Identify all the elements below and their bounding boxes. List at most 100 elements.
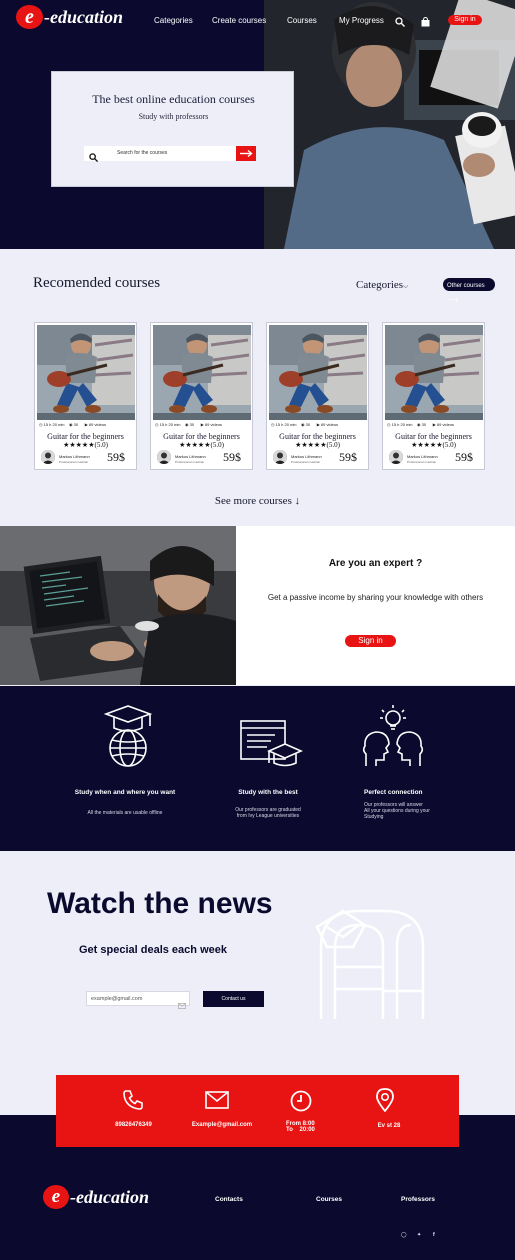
footer-link-professors[interactable]: Professors xyxy=(401,1196,435,1203)
footer-link-courses[interactable]: Courses xyxy=(316,1196,342,1203)
eye-icon: ◉ xyxy=(416,422,421,427)
nav-create-courses[interactable]: Create courses xyxy=(212,16,266,25)
course-rating: ★★★★★(5.0) xyxy=(267,441,368,449)
browser-graduation-cap-icon xyxy=(239,719,303,776)
course-title[interactable]: Guitar for the beginners xyxy=(383,432,484,441)
search-submit-button[interactable] xyxy=(236,146,256,161)
course-card[interactable]: ◷ 15 h 20 min ◉ 30 ▶ 69 videos Guitar for… xyxy=(150,322,253,470)
course-duration: 15 h 20 min xyxy=(391,422,413,427)
features-section: Study when and where you want All the ma… xyxy=(0,686,515,851)
phone-icon xyxy=(122,1089,144,1116)
email-placeholder: example@gmail.com xyxy=(91,996,143,1002)
other-courses-button[interactable]: Other courses ⟶ xyxy=(443,278,495,304)
search-icon xyxy=(89,149,99,167)
newsletter-email-input[interactable]: example@gmail.com xyxy=(86,991,190,1009)
course-price: 59$ xyxy=(223,450,241,464)
rating-stars-icon: ★★★★★ xyxy=(179,441,211,449)
course-rating: ★★★★★(5.0) xyxy=(35,441,136,449)
eye-icon: ◉ xyxy=(184,422,189,427)
contact-info-band: 89826476349 Example@gmail.com From 8:00 … xyxy=(56,1075,459,1147)
hero-section: e -education Categories Create courses C… xyxy=(0,0,515,249)
logo-text: -education xyxy=(44,6,123,27)
course-card[interactable]: ◷ 15 h 20 min ◉ 30 ▶ 69 videos Guitar for… xyxy=(34,322,137,470)
globe-graduation-cap-icon xyxy=(100,704,156,773)
course-meta: ◷ 15 h 20 min ◉ 30 ▶ 69 videos xyxy=(155,422,251,427)
hero-photo-student xyxy=(264,0,515,249)
course-thumbnail[interactable] xyxy=(37,325,135,420)
mail-icon xyxy=(205,1091,229,1114)
course-meta: ◷ 15 h 20 min ◉ 30 ▶ 69 videos xyxy=(387,422,483,427)
contact-email: Example@gmail.com xyxy=(176,1122,268,1128)
twitter-icon[interactable]: ✦ xyxy=(417,1232,421,1238)
course-duration: 15 h 20 min xyxy=(275,422,297,427)
other-courses-label: Other courses xyxy=(447,283,485,289)
course-views: 30 xyxy=(73,422,79,427)
course-author: Markus Lithmann xyxy=(175,454,206,459)
expert-title: Are you an expert ? xyxy=(328,558,423,569)
course-meta: ◷ 15 h 20 min ◉ 30 ▶ 69 videos xyxy=(39,422,135,427)
course-author: Markus Lithmann xyxy=(291,454,322,459)
course-meta: ◷ 15 h 20 min ◉ 30 ▶ 69 videos xyxy=(271,422,367,427)
expert-photo-programmer xyxy=(0,526,236,685)
see-more-courses-link[interactable]: See more courses ↓ xyxy=(0,495,515,507)
contact-us-button[interactable]: Contact us xyxy=(203,991,264,1007)
categories-dropdown[interactable]: Categories⌵ xyxy=(356,279,408,291)
footer-link-contacts[interactable]: Contacts xyxy=(215,1196,243,1203)
arrow-right-icon: ⟶ xyxy=(447,295,459,304)
avatar xyxy=(273,450,287,464)
footer-brand-logo[interactable]: e -education xyxy=(43,1185,149,1209)
feature-text: Our professors will answer All your ques… xyxy=(364,802,474,820)
course-price: 59$ xyxy=(107,450,125,464)
rating-value: (5.0) xyxy=(94,441,108,449)
course-videos: 69 videos xyxy=(204,422,223,427)
nav-my-progress[interactable]: My Progress xyxy=(339,16,384,25)
rating-value: (5.0) xyxy=(326,441,340,449)
clock-icon: ◷ xyxy=(155,422,159,427)
contact-phone: 89826476349 xyxy=(96,1122,171,1128)
course-price: 59$ xyxy=(455,450,473,464)
shopping-bag-icon[interactable] xyxy=(421,14,430,32)
nav-signin-button[interactable]: Sign in xyxy=(448,15,482,25)
recommended-title: Recomended courses xyxy=(33,275,161,291)
rating-stars-icon: ★★★★★ xyxy=(295,441,327,449)
course-thumbnail[interactable] xyxy=(153,325,251,420)
feature-text-line: from Ivy League universities xyxy=(236,813,300,819)
eye-icon: ◉ xyxy=(68,422,73,427)
course-card[interactable]: ◷ 15 h 20 min ◉ 30 ▶ 69 videos Guitar for… xyxy=(266,322,369,470)
clock-icon xyxy=(290,1090,312,1117)
course-search-input[interactable]: Search for the courses xyxy=(84,146,236,163)
clock-icon: ◷ xyxy=(39,422,43,427)
rating-stars-icon: ★★★★★ xyxy=(411,441,443,449)
course-thumbnail[interactable] xyxy=(385,325,483,420)
brand-logo[interactable]: e -education xyxy=(16,5,123,29)
search-icon[interactable] xyxy=(395,14,405,32)
contact-email-text: Example@gmail.com xyxy=(191,1122,253,1128)
feature-text: Our professors are graduated from Ivy Le… xyxy=(183,807,353,819)
expert-signin-button[interactable]: Sign in xyxy=(345,635,396,647)
connected-heads-icon xyxy=(362,704,424,777)
course-card[interactable]: ◷ 15 h 20 min ◉ 30 ▶ 69 videos Guitar for… xyxy=(382,322,485,470)
course-thumbnail[interactable] xyxy=(269,325,367,420)
course-rating: ★★★★★(5.0) xyxy=(383,441,484,449)
course-title[interactable]: Guitar for the beginners xyxy=(267,432,368,441)
avatar xyxy=(157,450,171,464)
rating-value: (5.0) xyxy=(442,441,456,449)
avatar xyxy=(389,450,403,464)
contact-address: Ev st 28 xyxy=(356,1123,422,1129)
course-title[interactable]: Guitar for the beginners xyxy=(151,432,252,441)
course-videos: 69 videos xyxy=(88,422,107,427)
hero-title: The best online education courses xyxy=(92,92,255,106)
rating-value: (5.0) xyxy=(210,441,224,449)
envelope-icon xyxy=(178,996,186,1014)
nav-categories[interactable]: Categories xyxy=(154,16,193,25)
course-author-role: Professional musician xyxy=(291,460,321,464)
logo-mark: e xyxy=(16,5,43,29)
nav-courses[interactable]: Courses xyxy=(287,16,317,25)
news-subtitle: Get special deals each week xyxy=(79,944,227,956)
course-author-role: Professional musician xyxy=(175,460,205,464)
course-duration: 15 h 20 min xyxy=(43,422,65,427)
play-icon: ▶ xyxy=(200,422,204,427)
instagram-icon[interactable]: ◯ xyxy=(401,1232,407,1238)
facebook-icon[interactable]: f xyxy=(433,1232,435,1238)
course-title[interactable]: Guitar for the beginners xyxy=(35,432,136,441)
